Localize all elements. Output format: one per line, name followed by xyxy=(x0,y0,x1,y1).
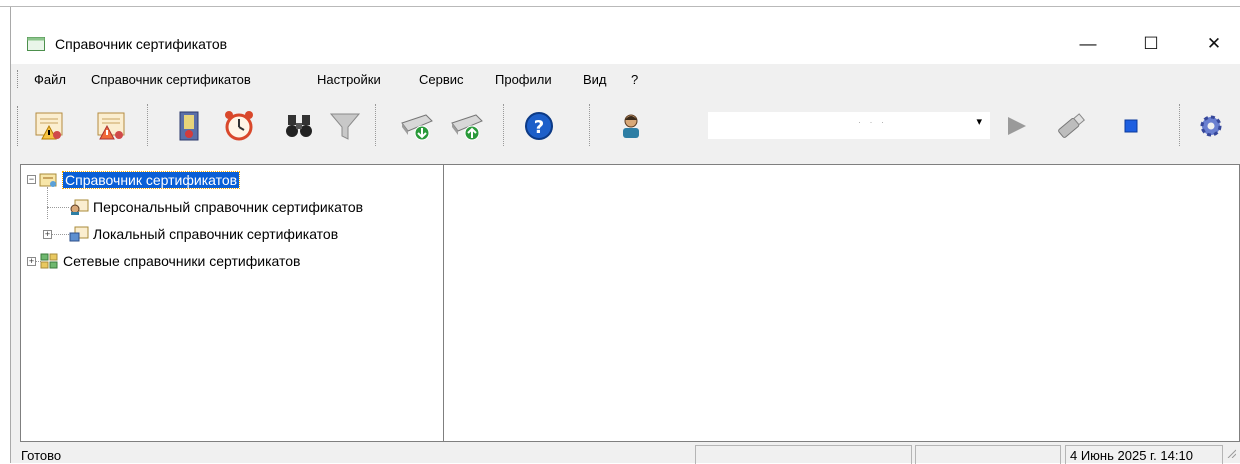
certificate-warning-icon xyxy=(35,112,63,140)
help-button[interactable]: ? xyxy=(519,106,559,146)
window-title: Справочник сертификатов xyxy=(55,36,228,52)
export-button[interactable] xyxy=(447,106,487,146)
tree-node-label: Персональный справочник сертификатов xyxy=(93,199,364,215)
personal-cert-icon xyxy=(70,199,89,215)
toolbar-separator xyxy=(589,104,591,146)
status-bar: Готово 4 Июнь 2025 г. 14:10 xyxy=(11,442,1240,464)
filter-icon xyxy=(329,113,361,140)
tree-node-label: Локальный справочник сертификатов xyxy=(93,226,339,242)
help-icon: ? xyxy=(525,112,553,140)
find-button[interactable] xyxy=(279,106,319,146)
status-datetime: 4 Июнь 2025 г. 14:10 xyxy=(1065,445,1223,464)
menu-file[interactable]: Файл xyxy=(34,72,66,87)
revocation-list-icon xyxy=(179,111,199,141)
menu-profiles[interactable]: Профили xyxy=(495,72,552,87)
menu-cert-directory[interactable]: Справочник сертификатов xyxy=(91,72,251,87)
import-drive-icon xyxy=(401,114,433,141)
menu-view[interactable]: Вид xyxy=(583,72,607,87)
tree-expander-local[interactable]: + xyxy=(43,230,52,239)
certificate-warning-icon xyxy=(97,112,125,140)
play-icon xyxy=(1008,117,1026,135)
chevron-down-icon[interactable]: ▾ xyxy=(976,115,982,128)
tree-expander-network[interactable]: + xyxy=(27,257,36,266)
usb-token-button[interactable] xyxy=(1051,106,1091,146)
stop-button[interactable] xyxy=(1111,106,1151,146)
toolbar-separator xyxy=(147,104,149,146)
toolbar-separator xyxy=(1179,104,1181,146)
tree-node-label: Справочник сертификатов xyxy=(61,171,241,189)
settings-button[interactable] xyxy=(1191,106,1231,146)
play-button[interactable] xyxy=(997,106,1037,146)
app-window-icon xyxy=(27,37,45,51)
status-text: Готово xyxy=(21,448,62,463)
main-window: Справочник сертификатов — ☐ ✕ Файл Справ… xyxy=(10,7,1240,464)
user-icon xyxy=(623,114,639,138)
tree-connector xyxy=(47,207,69,208)
menu-grip xyxy=(17,70,20,88)
stop-icon xyxy=(1124,119,1138,133)
maximize-button[interactable]: ☐ xyxy=(1128,29,1174,59)
tree-node-label: Сетевые справочники сертификатов xyxy=(63,253,301,269)
status-cell-1 xyxy=(695,445,912,464)
cert-warning-button-2[interactable] xyxy=(91,106,131,146)
alarm-clock-icon xyxy=(225,111,253,141)
local-cert-icon xyxy=(69,226,89,242)
usb-token-icon xyxy=(1058,113,1086,138)
alarm-clock-button[interactable] xyxy=(219,106,259,146)
tree-node-local-directory[interactable]: Локальный справочник сертификатов xyxy=(69,224,338,244)
toolbar-grip xyxy=(17,106,20,146)
toolbar-separator xyxy=(503,104,505,146)
settings-gear-icon xyxy=(1200,115,1222,137)
menu-bar: Файл Справочник сертификатов Настройки С… xyxy=(11,64,1240,94)
status-cell-2 xyxy=(915,445,1061,464)
close-button[interactable]: ✕ xyxy=(1191,29,1237,59)
toolbar-separator xyxy=(375,104,377,146)
user-profile-button[interactable] xyxy=(611,106,651,146)
revocation-list-button[interactable] xyxy=(169,106,209,146)
tree-node-network-directories[interactable]: Сетевые справочники сертификатов xyxy=(39,251,300,271)
profile-combobox[interactable]: · · · ▾ xyxy=(708,112,990,139)
binoculars-icon xyxy=(286,115,312,137)
profile-combo-placeholder-dots: · · · xyxy=(858,117,887,127)
menu-settings[interactable]: Настройки xyxy=(317,72,381,87)
export-drive-icon xyxy=(451,114,483,141)
tree-connector xyxy=(47,187,48,219)
tree-panel[interactable]: − Справочник сертификатов Персональный с… xyxy=(20,164,444,442)
cert-warning-button-1[interactable] xyxy=(29,106,69,146)
network-cert-icon xyxy=(40,253,58,269)
toolbar: ? · · · ▾ xyxy=(11,94,1240,154)
svg-text:?: ? xyxy=(534,117,544,138)
tree-node-personal-directory[interactable]: Персональный справочник сертификатов xyxy=(69,197,363,217)
title-bar[interactable]: Справочник сертификатов — ☐ ✕ xyxy=(11,7,1240,64)
import-button[interactable] xyxy=(397,106,437,146)
menu-help[interactable]: ? xyxy=(631,72,638,87)
minimize-button[interactable]: — xyxy=(1065,29,1111,59)
menu-service[interactable]: Сервис xyxy=(419,72,464,87)
content-panel[interactable] xyxy=(443,164,1240,442)
filter-button[interactable] xyxy=(325,106,365,146)
cert-directory-icon xyxy=(39,173,57,187)
resize-grip-icon[interactable] xyxy=(1226,448,1236,458)
tree-node-cert-directory[interactable]: Справочник сертификатов xyxy=(39,170,241,190)
tree-expander-root[interactable]: − xyxy=(27,175,36,184)
